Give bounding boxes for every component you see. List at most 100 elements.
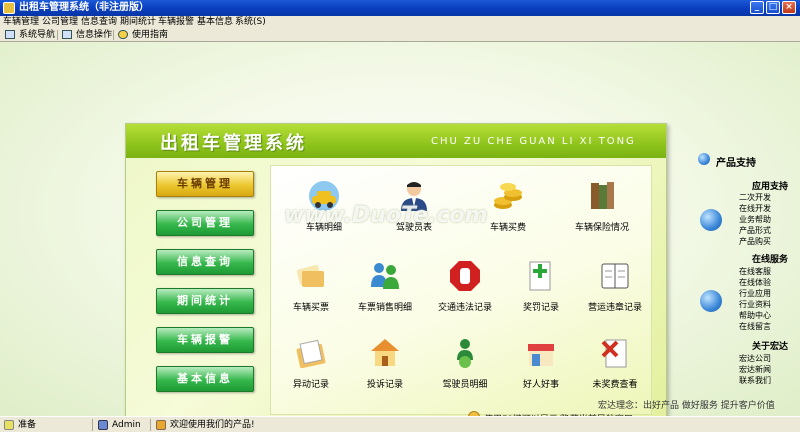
menu-bar: 车辆管理 公司管理 信息查询 期间统计 车辆报警 基本信息 系统(S) [0, 16, 800, 28]
panel-subtitle: CHU ZU CHE GUAN LI XI TONG [431, 136, 636, 147]
link-company[interactable]: 宏达公司 [739, 353, 771, 364]
help-tab-label: 使用指南 [132, 30, 169, 40]
help-icon [118, 30, 128, 39]
watermark: www.DuoTe.com [284, 203, 488, 228]
user-icon [98, 420, 108, 430]
welcome-icon [156, 420, 166, 430]
tile-change-records[interactable]: 异动记录 [271, 336, 351, 396]
status-ready: 准备 [18, 420, 37, 430]
close-button[interactable]: × [782, 1, 796, 14]
support-heading: 产品支持 [716, 158, 756, 169]
link-leave-message[interactable]: 在线留言 [739, 321, 771, 332]
link-product-form[interactable]: 产品形式 [739, 225, 771, 236]
menu-company[interactable]: 公司管理 [42, 16, 78, 28]
tile-label: 未奖费查看 [592, 380, 638, 390]
link-news[interactable]: 宏达新闻 [739, 364, 771, 375]
link-help-center[interactable]: 帮助中心 [739, 310, 771, 321]
menu-basic-info[interactable]: 基本信息 [197, 16, 233, 28]
tile-rewards-penalties[interactable]: 奖罚记录 [501, 259, 581, 319]
tickets-icon [296, 264, 324, 287]
tile-ticket-sales[interactable]: 车票销售明细 [345, 259, 425, 319]
form-icon [62, 30, 72, 39]
company-motto: 宏达理念：出好产品 做好服务 提升客户价值 [598, 401, 775, 411]
link-product-purchase[interactable]: 产品购买 [739, 236, 771, 247]
window-title: 出租车管理系统（非注册版） [19, 2, 149, 13]
delete-document-icon [601, 339, 627, 368]
app-icon [3, 2, 15, 14]
section-title: 应用支持 [752, 182, 789, 192]
shop-icon [528, 344, 554, 366]
clipboard-icon [296, 339, 326, 369]
tile-label: 投诉记录 [366, 380, 403, 390]
nav-period-statistics[interactable]: 期间统计 [156, 288, 254, 314]
nav-tab[interactable]: 系统导航 [5, 28, 55, 42]
status-welcome: 欢迎使用我们的产品! [170, 420, 255, 430]
globe-icon [700, 290, 722, 312]
nav-info-query[interactable]: 信息查询 [156, 249, 254, 275]
users-icon [371, 263, 399, 289]
arrow-icon [700, 209, 722, 231]
link-industry-docs[interactable]: 行业资料 [739, 299, 771, 310]
ready-icon [4, 420, 14, 430]
tile-good-deeds[interactable]: 好人好事 [501, 336, 581, 396]
tile-vehicle-insurance[interactable]: 车辆保险情况 [562, 179, 642, 239]
tile-label: 交通违法记录 [437, 303, 492, 313]
tile-driver-details[interactable]: 驾驶员明细 [425, 336, 505, 396]
tile-label: 车票销售明细 [357, 303, 412, 313]
status-divider [150, 419, 151, 431]
menu-query[interactable]: 信息查询 [81, 16, 117, 28]
tile-traffic-violations[interactable]: 交通违法记录 [425, 259, 505, 319]
link-business-help[interactable]: 业务帮助 [739, 214, 771, 225]
menu-alarm[interactable]: 车辆报警 [158, 16, 194, 28]
tile-label: 异动记录 [292, 380, 329, 390]
tile-unpaid-fees[interactable]: 未奖费查看 [575, 336, 655, 396]
menu-system[interactable]: 系统(S) [235, 16, 266, 28]
nav-tab-label: 系统导航 [19, 30, 56, 40]
toolbar-divider [57, 30, 58, 40]
person-globe-icon [457, 339, 473, 368]
tile-label: 好人好事 [522, 380, 559, 390]
panel-header: 出租车管理系统 CHU ZU CHE GUAN LI XI TONG [126, 124, 666, 158]
coins-icon [494, 183, 522, 209]
status-bar: 准备 Admin 欢迎使用我们的产品! [0, 416, 800, 432]
nav-icon [5, 30, 15, 39]
stop-hand-icon [450, 261, 480, 291]
tile-operation-violations[interactable]: 营运违章记录 [575, 259, 655, 319]
tile-label: 车辆买票 [292, 303, 329, 313]
info-tab[interactable]: 信息操作 [62, 28, 112, 42]
tile-label: 营运违章记录 [587, 303, 642, 313]
workspace: 出租车管理系统 CHU ZU CHE GUAN LI XI TONG 车辆管理 … [0, 42, 800, 432]
minimize-button[interactable]: _ [750, 1, 764, 14]
tile-complaint-records[interactable]: 投诉记录 [345, 336, 425, 396]
house-icon [371, 339, 399, 366]
add-document-icon [529, 261, 551, 291]
nav-vehicle-management[interactable]: 车辆管理 [156, 171, 254, 197]
tile-label: 车辆保险情况 [574, 223, 629, 233]
status-divider [92, 419, 93, 431]
panel-title: 出租车管理系统 [160, 133, 307, 154]
navigation-panel: 出租车管理系统 CHU ZU CHE GUAN LI XI TONG 车辆管理 … [125, 123, 667, 432]
tile-label: 奖罚记录 [522, 303, 559, 313]
toolbar: 系统导航 信息操作 使用指南 [0, 28, 800, 42]
link-online-dev[interactable]: 在线开发 [739, 203, 771, 214]
menu-vehicle[interactable]: 车辆管理 [3, 16, 39, 28]
support-help-icon [698, 153, 710, 165]
link-contact[interactable]: 联系我们 [739, 375, 771, 386]
books-icon [591, 182, 614, 209]
maximize-button[interactable]: □ [766, 1, 780, 14]
link-online-trial[interactable]: 在线体验 [739, 277, 771, 288]
tile-vehicle-tickets[interactable]: 车辆买票 [271, 259, 351, 319]
link-industry-apps[interactable]: 行业应用 [739, 288, 771, 299]
nav-company-management[interactable]: 公司管理 [156, 210, 254, 236]
title-bar: 出租车管理系统（非注册版） _ □ × [0, 0, 800, 16]
product-support-sidebar: 产品支持 应用支持 二次开发 在线开发 业务帮助 产品形式 产品购买 在线服务 … [696, 42, 800, 416]
nav-basic-info[interactable]: 基本信息 [156, 366, 254, 392]
menu-statistics[interactable]: 期间统计 [120, 16, 156, 28]
section-title: 在线服务 [752, 255, 789, 265]
link-online-support[interactable]: 在线客服 [739, 266, 771, 277]
help-tab[interactable]: 使用指南 [118, 28, 168, 42]
link-secondary-dev[interactable]: 二次开发 [739, 192, 771, 203]
status-user: Admin [112, 420, 141, 430]
section-title: 关于宏达 [752, 342, 789, 352]
nav-vehicle-alarm[interactable]: 车辆报警 [156, 327, 254, 353]
